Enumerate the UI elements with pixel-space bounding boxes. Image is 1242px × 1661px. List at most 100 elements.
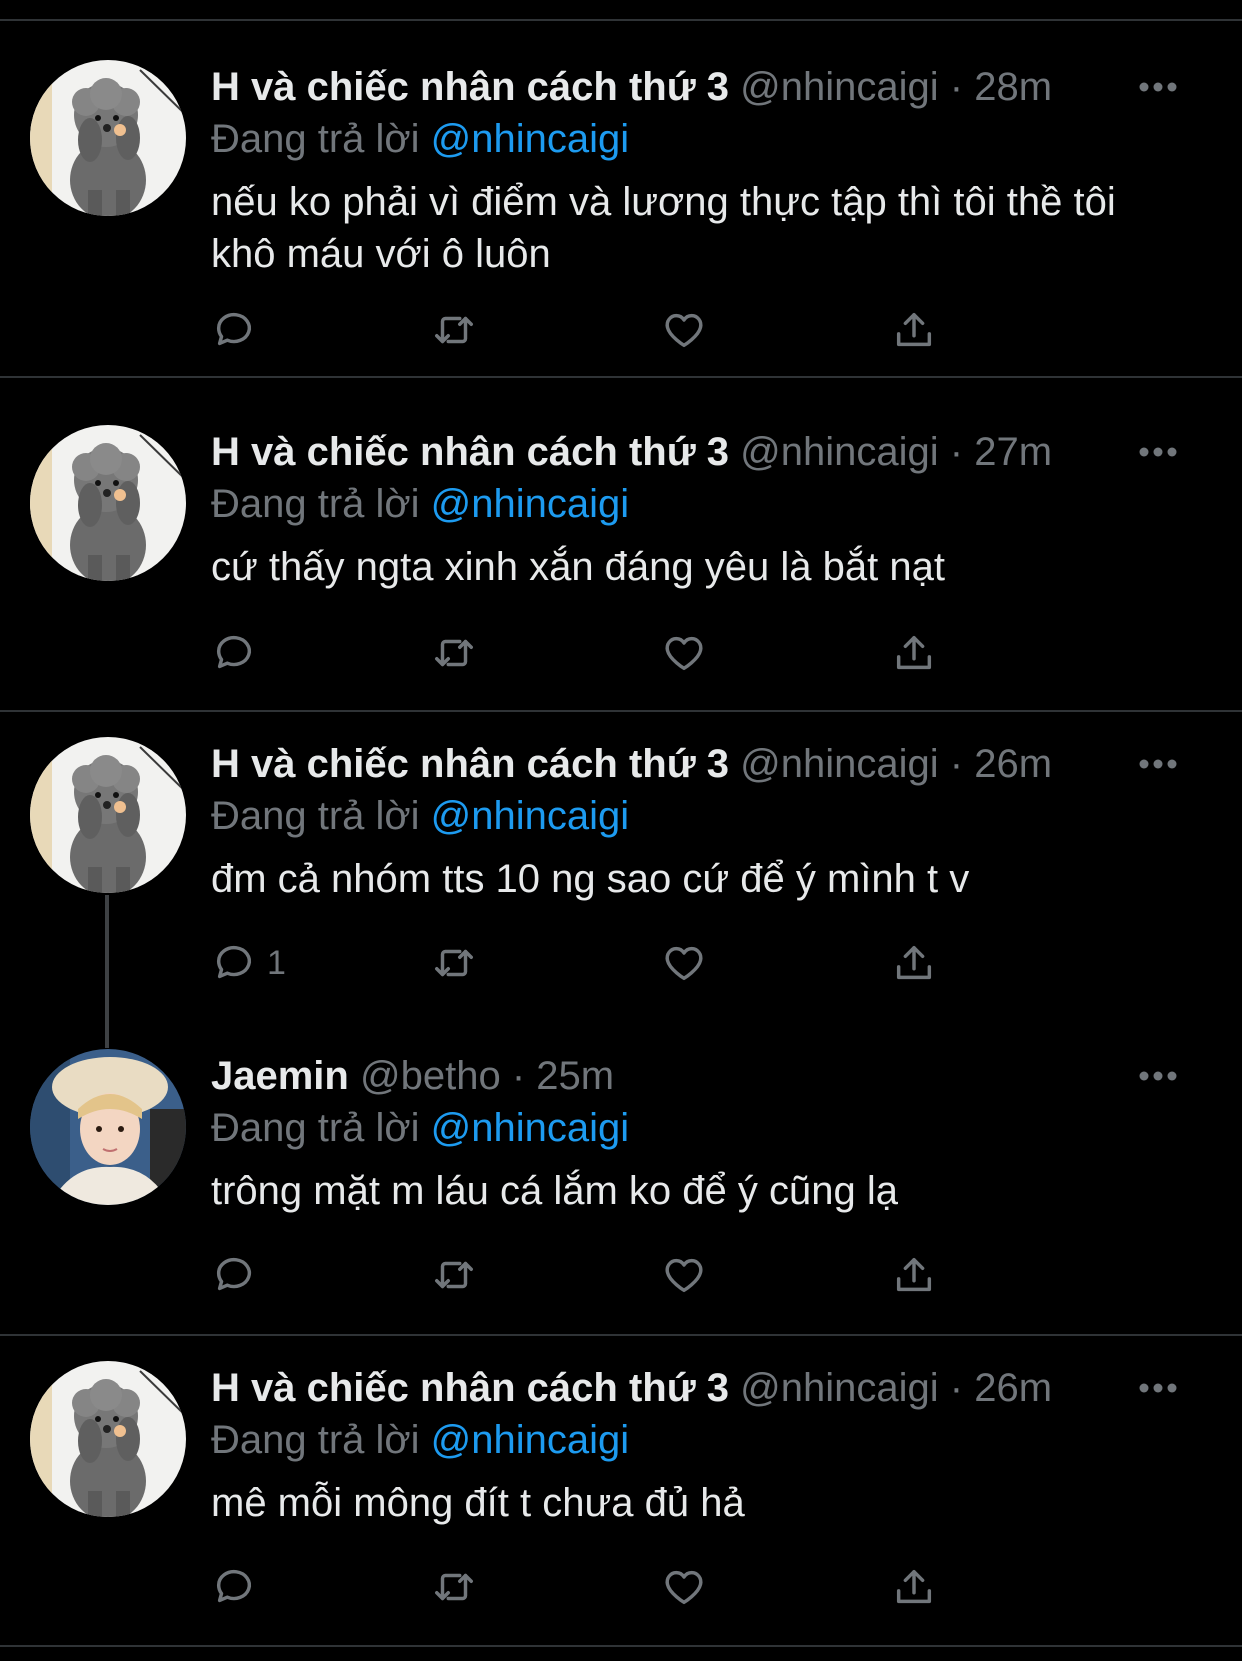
like-button[interactable]	[661, 938, 707, 988]
reply-button[interactable]	[211, 1562, 267, 1612]
more-icon[interactable]	[1138, 426, 1178, 478]
timestamp[interactable]: 28m	[974, 65, 1052, 109]
like-button[interactable]	[661, 628, 707, 678]
tweet[interactable]: H và chiếc nhân cách thứ 3 @nhincaigi · …	[0, 1336, 1242, 1647]
share-button[interactable]	[891, 305, 937, 355]
replying-label: Đang trả lời	[211, 482, 420, 526]
tweet[interactable]: H và chiếc nhân cách thứ 3 @nhincaigi · …	[0, 712, 1242, 1024]
like-button[interactable]	[661, 1250, 707, 1300]
reply-button[interactable]	[211, 305, 267, 355]
reply-count: 1	[267, 943, 286, 982]
tweet[interactable]: H và chiếc nhân cách thứ 3 @nhincaigi · …	[0, 378, 1242, 712]
replying-mention[interactable]: @nhincaigi	[431, 117, 630, 161]
more-icon[interactable]	[1138, 61, 1178, 113]
retweet-icon	[435, 639, 473, 667]
share-button[interactable]	[891, 1250, 937, 1300]
retweet-icon	[435, 316, 473, 344]
share-icon	[896, 635, 932, 670]
replying-to: Đang trả lời @nhincaigi	[211, 1414, 629, 1466]
tweet-text: đm cả nhóm tts 10 ng sao cứ để ý mình t …	[211, 857, 970, 901]
tweet-divider	[0, 1645, 1242, 1647]
replying-to: Đang trả lời @nhincaigi	[211, 113, 629, 165]
replying-to: Đang trả lời @nhincaigi	[211, 790, 629, 842]
replying-label: Đang trả lời	[211, 1418, 420, 1462]
poodle-avatar[interactable]	[30, 737, 186, 893]
timestamp[interactable]: 26m	[974, 742, 1052, 786]
replying-label: Đang trả lời	[211, 794, 420, 838]
heart-icon	[665, 1570, 703, 1605]
retweet-button[interactable]	[431, 1250, 477, 1300]
tweet[interactable]: Jaemin @betho · 25m Đang trả lời @nhinca…	[0, 1024, 1242, 1336]
like-button[interactable]	[661, 1562, 707, 1612]
author-handle[interactable]: @nhincaigi	[740, 1366, 939, 1410]
more-icon[interactable]	[1138, 738, 1178, 790]
replying-label: Đang trả lời	[211, 1106, 420, 1150]
author-name[interactable]: H và chiếc nhân cách thứ 3	[211, 65, 729, 109]
author-handle[interactable]: @nhincaigi	[740, 430, 939, 474]
share-icon	[896, 312, 932, 347]
replying-mention[interactable]: @nhincaigi	[431, 794, 630, 838]
action-bar	[211, 305, 1011, 355]
action-bar: 1	[211, 938, 1011, 988]
action-bar	[211, 1250, 1011, 1300]
poodle-avatar[interactable]	[30, 425, 186, 581]
author-handle[interactable]: @betho	[360, 1054, 501, 1098]
retweet-button[interactable]	[431, 938, 477, 988]
replying-mention[interactable]: @nhincaigi	[431, 1106, 630, 1150]
poodle-avatar[interactable]	[30, 60, 186, 216]
action-bar	[211, 1562, 1011, 1612]
reply-icon	[216, 635, 252, 669]
share-icon	[896, 1257, 932, 1292]
person-avatar[interactable]	[30, 1049, 186, 1205]
tweet-header: Jaemin @betho · 25m	[211, 1050, 1212, 1102]
author-name[interactable]: H và chiếc nhân cách thứ 3	[211, 742, 729, 786]
reply-button[interactable]	[211, 1250, 267, 1300]
like-button[interactable]	[661, 305, 707, 355]
tweet[interactable]: H và chiếc nhân cách thứ 3 @nhincaigi · …	[0, 21, 1242, 378]
reply-icon	[216, 312, 252, 346]
author-name[interactable]: H và chiếc nhân cách thứ 3	[211, 430, 729, 474]
author-name[interactable]: H và chiếc nhân cách thứ 3	[211, 1366, 729, 1410]
retweet-icon	[435, 1261, 473, 1289]
share-button[interactable]	[891, 1562, 937, 1612]
thread-line	[105, 1024, 109, 1048]
replying-mention[interactable]: @nhincaigi	[431, 482, 630, 526]
separator-dot: ·	[949, 65, 964, 109]
replying-mention[interactable]: @nhincaigi	[431, 1418, 630, 1462]
tweet-text: nếu ko phải vì điểm và lương thực tập th…	[211, 180, 1116, 276]
tweet-text: cứ thấy ngta xinh xắn đáng yêu là bắt nạ…	[211, 545, 945, 589]
tweet-text: mê mỗi mông đít t chưa đủ hả	[211, 1481, 745, 1525]
separator-dot: ·	[949, 1366, 964, 1410]
reply-button[interactable]: 1	[211, 938, 286, 988]
retweet-button[interactable]	[431, 1562, 477, 1612]
author-handle[interactable]: @nhincaigi	[740, 65, 939, 109]
share-button[interactable]	[891, 938, 937, 988]
retweet-icon	[435, 949, 473, 977]
reply-icon	[216, 945, 252, 979]
timestamp[interactable]: 26m	[974, 1366, 1052, 1410]
author-name[interactable]: Jaemin	[211, 1054, 349, 1098]
tweet-header: H và chiếc nhân cách thứ 3 @nhincaigi · …	[211, 1362, 1212, 1414]
separator-dot: ·	[949, 742, 964, 786]
timestamp[interactable]: 25m	[536, 1054, 614, 1098]
retweet-icon	[435, 1573, 473, 1601]
replying-to: Đang trả lời @nhincaigi	[211, 1102, 629, 1154]
retweet-button[interactable]	[431, 628, 477, 678]
retweet-button[interactable]	[431, 305, 477, 355]
reply-icon	[216, 1569, 252, 1603]
more-icon[interactable]	[1138, 1362, 1178, 1414]
poodle-avatar[interactable]	[30, 1361, 186, 1517]
tweet-header: H và chiếc nhân cách thứ 3 @nhincaigi · …	[211, 426, 1212, 478]
share-button[interactable]	[891, 628, 937, 678]
author-handle[interactable]: @nhincaigi	[740, 742, 939, 786]
reply-button[interactable]	[211, 628, 267, 678]
replying-label: Đang trả lời	[211, 117, 420, 161]
replying-to: Đang trả lời @nhincaigi	[211, 478, 629, 530]
heart-icon	[665, 636, 703, 671]
more-icon[interactable]	[1138, 1050, 1178, 1102]
timestamp[interactable]: 27m	[974, 430, 1052, 474]
heart-icon	[665, 313, 703, 348]
share-icon	[896, 945, 932, 980]
heart-icon	[665, 1258, 703, 1293]
action-bar	[211, 628, 1011, 678]
